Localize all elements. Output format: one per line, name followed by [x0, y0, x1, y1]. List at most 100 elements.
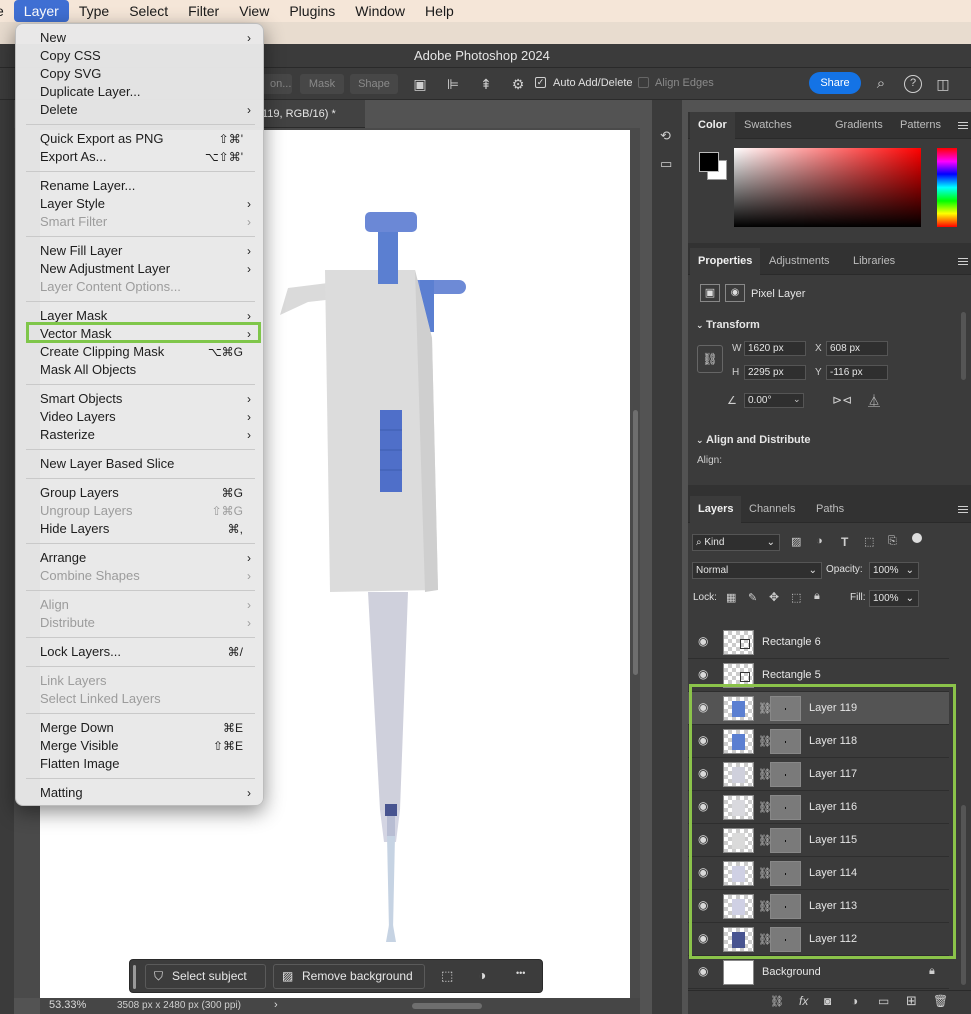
filter-toggle-icon[interactable] [912, 533, 922, 543]
new-adjustment-icon[interactable]: ◑ [851, 994, 858, 1008]
lock-all-icon[interactable]: 🔒︎ [814, 590, 820, 603]
menu-item-copy-css[interactable]: Copy CSS [16, 47, 265, 65]
search-icon[interactable]: ⌕ [872, 75, 890, 93]
menu-item-matting[interactable]: Matting › [16, 784, 265, 802]
delete-layer-icon[interactable]: 🗑︎ [933, 994, 948, 1008]
menubar-item-select[interactable]: Select [119, 0, 178, 22]
x-input[interactable]: 608 px [826, 341, 888, 356]
menu-item-rasterize[interactable]: Rasterize › [16, 426, 265, 444]
layer-style-icon[interactable]: fx [799, 994, 808, 1008]
remove-background-button[interactable]: ▨ Remove background [273, 964, 425, 989]
eye-icon[interactable]: ◉ [698, 635, 712, 647]
align-distribute-section-title[interactable]: ⌄ Align and Distribute [696, 434, 811, 446]
comments-icon[interactable]: ▭ [660, 156, 672, 172]
path-alignment-icon[interactable]: ⊫ [444, 75, 462, 93]
menu-item-quick-export-as-png[interactable]: Quick Export as PNG ⇧⌘' [16, 130, 265, 148]
menu-item-new-layer-based-slice[interactable]: New Layer Based Slice [16, 455, 265, 473]
tab-color[interactable]: Color [690, 112, 735, 139]
add-mask-icon[interactable]: ◙ [824, 994, 831, 1008]
menu-item-merge-visible[interactable]: Merge Visible ⇧⌘E [16, 737, 265, 755]
auto-add-delete-checkbox[interactable]: ✓ [535, 77, 546, 88]
menu-item-export-as[interactable]: Export As... ⌥⇧⌘' [16, 148, 265, 166]
menu-item-flatten-image[interactable]: Flatten Image [16, 755, 265, 773]
lock-paint-icon[interactable]: ✎ [748, 591, 757, 604]
menu-item-mask-all-objects[interactable]: Mask All Objects [16, 361, 265, 379]
color-panel-menu-icon[interactable] [958, 122, 968, 129]
tab-layers[interactable]: Layers [690, 496, 742, 523]
tab-paths[interactable]: Paths [808, 496, 852, 523]
layer-row[interactable]: ◉ Rectangle 6 [688, 626, 949, 659]
shape-button[interactable]: Shape [350, 74, 398, 94]
zoom-level[interactable]: 53.33% [49, 999, 86, 1011]
align-edges-checkbox[interactable] [638, 77, 649, 88]
layers-panel-menu-icon[interactable] [958, 506, 968, 513]
height-input[interactable]: 2295 px [744, 365, 806, 380]
menu-item-rename-layer[interactable]: Rename Layer... [16, 177, 265, 195]
flip-horizontal-icon[interactable]: ⊳⊲ [832, 393, 852, 407]
transform-section-title[interactable]: ⌄ Transform [696, 319, 760, 331]
share-button[interactable]: Share [809, 72, 861, 94]
gear-icon[interactable]: ⚙ [509, 75, 527, 93]
path-arrangement-icon[interactable]: ⇞ [477, 75, 495, 93]
new-group-icon[interactable]: ▭ [878, 994, 889, 1008]
menu-item-group-layers[interactable]: Group Layers ⌘G [16, 484, 265, 502]
path-operations-icon[interactable]: ▣ [411, 75, 429, 93]
flip-vertical-icon[interactable]: ⏅ [868, 392, 880, 409]
new-layer-icon[interactable]: ⊞ [906, 993, 917, 1009]
color-saturation-field[interactable] [734, 148, 921, 227]
help-icon[interactable]: ? [904, 75, 922, 93]
menu-item-arrange[interactable]: Arrange › [16, 549, 265, 567]
menu-item-lock-layers[interactable]: Lock Layers... ⌘/ [16, 643, 265, 661]
menubar-item-window[interactable]: Window [345, 0, 415, 22]
more-options-icon[interactable]: ••• [516, 968, 525, 978]
menu-item-merge-down[interactable]: Merge Down ⌘E [16, 719, 265, 737]
tab-patterns[interactable]: Patterns [892, 112, 949, 139]
menubar-item-e[interactable]: e [0, 0, 14, 22]
tab-properties[interactable]: Properties [690, 248, 761, 275]
menubar-item-plugins[interactable]: Plugins [279, 0, 345, 22]
properties-scrollbar[interactable] [961, 312, 966, 380]
lock-artboard-icon[interactable]: ⬚ [791, 591, 801, 604]
menu-item-new-adjustment-layer[interactable]: New Adjustment Layer › [16, 260, 265, 278]
lock-transparency-icon[interactable]: ▦ [726, 591, 736, 604]
filter-pixel-icon[interactable]: ▨ [791, 535, 801, 548]
y-input[interactable]: -116 px [826, 365, 888, 380]
link-dimensions-icon[interactable]: ⛓ [697, 345, 723, 373]
workspace-icon[interactable]: ◫ [934, 75, 952, 93]
menu-item-delete[interactable]: Delete › [16, 101, 265, 119]
filter-smart-object-icon[interactable]: ⎘ [888, 535, 897, 548]
opacity-input[interactable]: 100% ⌄ [869, 562, 919, 579]
tab-libraries[interactable]: Libraries [845, 248, 903, 275]
menu-item-new[interactable]: New › [16, 29, 265, 47]
menu-item-duplicate-layer[interactable]: Duplicate Layer... [16, 83, 265, 101]
menu-item-hide-layers[interactable]: Hide Layers ⌘, [16, 520, 265, 538]
transform-icon[interactable]: ⬚ [441, 968, 453, 984]
drag-handle[interactable] [133, 965, 136, 989]
fill-input[interactable]: 100% ⌄ [869, 590, 919, 607]
select-subject-button[interactable]: ⛉ Select subject [145, 964, 266, 989]
tab-channels[interactable]: Channels [741, 496, 803, 523]
layer-row[interactable]: ◉ Background 🔒︎ [688, 956, 949, 989]
menubar-item-help[interactable]: Help [415, 0, 464, 22]
foreground-color-swatch[interactable] [699, 152, 719, 172]
lock-position-icon[interactable]: ✥ [769, 590, 779, 604]
menubar-item-layer[interactable]: Layer [13, 0, 69, 22]
menubar-item-view[interactable]: View [229, 0, 279, 22]
width-input[interactable]: 1620 px [744, 341, 806, 356]
filter-adjustment-icon[interactable]: ◑ [816, 535, 823, 547]
menu-item-video-layers[interactable]: Video Layers › [16, 408, 265, 426]
properties-panel-menu-icon[interactable] [958, 258, 968, 265]
chevron-down-icon[interactable]: ⌄ [793, 394, 801, 405]
filter-shape-icon[interactable]: ⬚ [864, 535, 874, 548]
layer-filter-kind-select[interactable]: ⌕ Kind ⌄ [692, 534, 780, 551]
tab-gradients[interactable]: Gradients [827, 112, 891, 139]
layer-mask-icon[interactable]: ◉ [725, 284, 745, 302]
mask-button[interactable]: Mask [300, 74, 344, 94]
filter-type-icon[interactable]: T [841, 535, 848, 549]
menubar-item-type[interactable]: Type [69, 0, 119, 22]
history-icon[interactable]: ⟲ [660, 128, 671, 144]
hue-slider[interactable] [937, 148, 957, 227]
tab-swatches[interactable]: Swatches [736, 112, 800, 139]
menubar-item-filter[interactable]: Filter [178, 0, 229, 22]
canvas-horizontal-scrollbar[interactable] [412, 1003, 482, 1009]
